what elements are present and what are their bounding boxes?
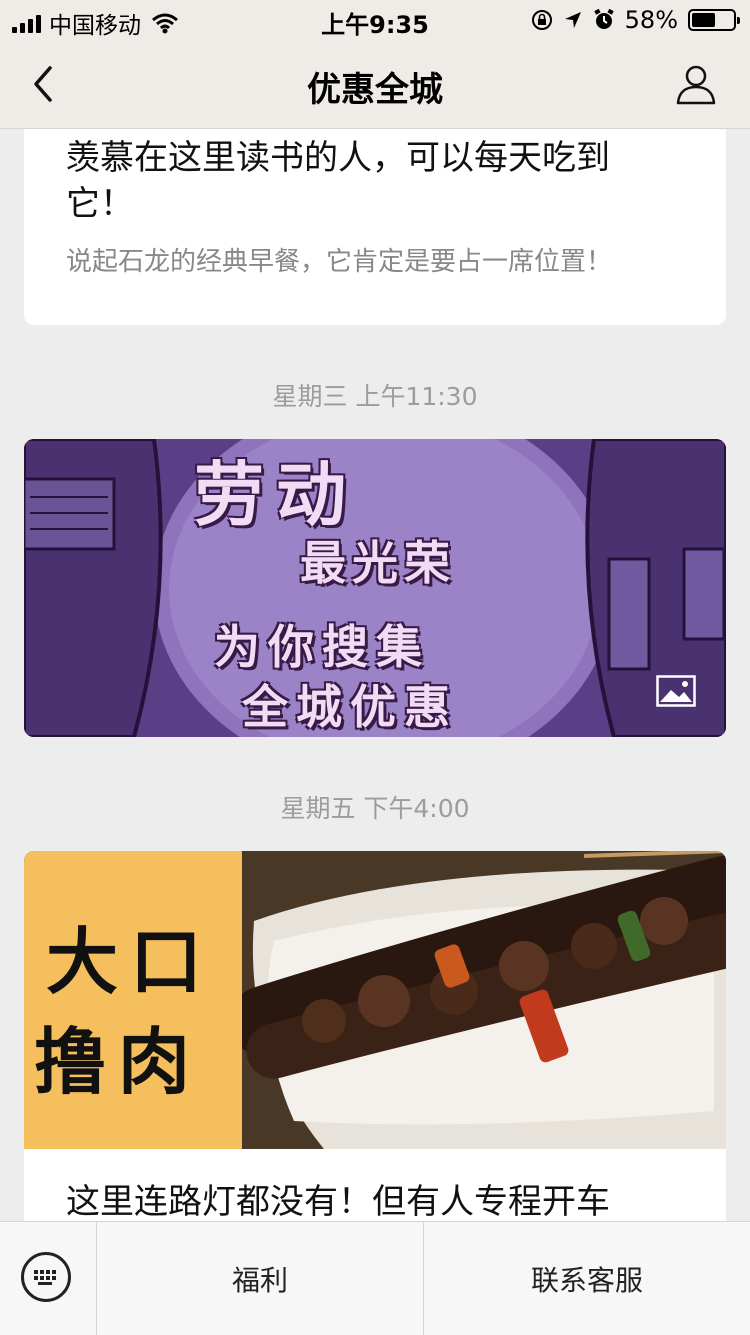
image-icon (656, 675, 696, 707)
promo-line: 撸肉 (34, 1019, 203, 1104)
page-title: 优惠全城 (307, 70, 443, 110)
message-feed[interactable]: 羡慕在这里读书的人，可以每天吃到它！ 说起石龙的经典早餐，它肯定是要占一席位置！… (0, 129, 750, 1221)
alarm-icon (593, 9, 614, 29)
keyboard-toggle-button[interactable] (0, 1222, 97, 1335)
article-card[interactable]: 大口 撸肉 这里连路灯都没有！但有人专程开车 (24, 851, 726, 1221)
image-message-card[interactable]: 劳动 最光荣 为你搜集 全城优惠 (24, 439, 726, 737)
battery-icon (688, 9, 740, 31)
menu-item-customer-service[interactable]: 联系客服 (424, 1222, 750, 1335)
location-icon (564, 12, 581, 28)
nav-bar: 优惠全城 (0, 40, 750, 129)
promo-line: 大口 (46, 919, 215, 1004)
status-bar: 中国移动 上午9:35 58% (0, 0, 750, 40)
battery-percent: 58% (624, 6, 678, 34)
menu-item-welfare[interactable]: 福利 (97, 1222, 424, 1335)
rotation-lock-icon (531, 10, 552, 30)
banner-line: 劳动 (194, 454, 358, 536)
profile-icon[interactable] (674, 62, 718, 106)
keyboard-icon (21, 1252, 71, 1302)
banner-line: 全城优惠 (242, 680, 458, 734)
article-summary: 说起石龙的经典早餐，它肯定是要占一席位置！ (66, 247, 613, 277)
article-title[interactable]: 羡慕在这里读书的人，可以每天吃到它！ (66, 135, 676, 227)
article-title[interactable]: 这里连路灯都没有！但有人专程开车 (66, 1179, 686, 1221)
banner-line: 最光荣 (300, 536, 456, 590)
bottom-menu-bar: 福利 联系客服 (0, 1221, 750, 1335)
message-timestamp: 星期三 上午11:30 (272, 382, 478, 411)
banner-line: 为你搜集 (214, 620, 430, 674)
message-timestamp: 星期五 下午4:00 (280, 794, 470, 823)
promo-text-panel: 大口 撸肉 (24, 851, 242, 1149)
article-card[interactable]: 羡慕在这里读书的人，可以每天吃到它！ 说起石龙的经典早餐，它肯定是要占一席位置！ (24, 129, 726, 325)
